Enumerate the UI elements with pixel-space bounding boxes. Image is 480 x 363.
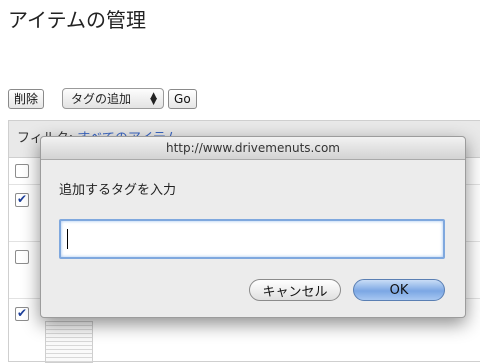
dialog-prompt: 追加するタグを入力 <box>59 183 177 198</box>
text-caret <box>67 229 68 249</box>
prompt-dialog: http://www.drivemenuts.com 追加するタグを入力 キャン… <box>40 136 466 318</box>
ok-button[interactable]: OK <box>353 279 445 301</box>
dialog-titlebar: http://www.drivemenuts.com <box>41 137 465 160</box>
cancel-button[interactable]: キャンセル <box>249 279 341 301</box>
tag-input[interactable] <box>59 219 445 259</box>
modal-overlay: http://www.drivemenuts.com 追加するタグを入力 キャン… <box>0 0 480 360</box>
